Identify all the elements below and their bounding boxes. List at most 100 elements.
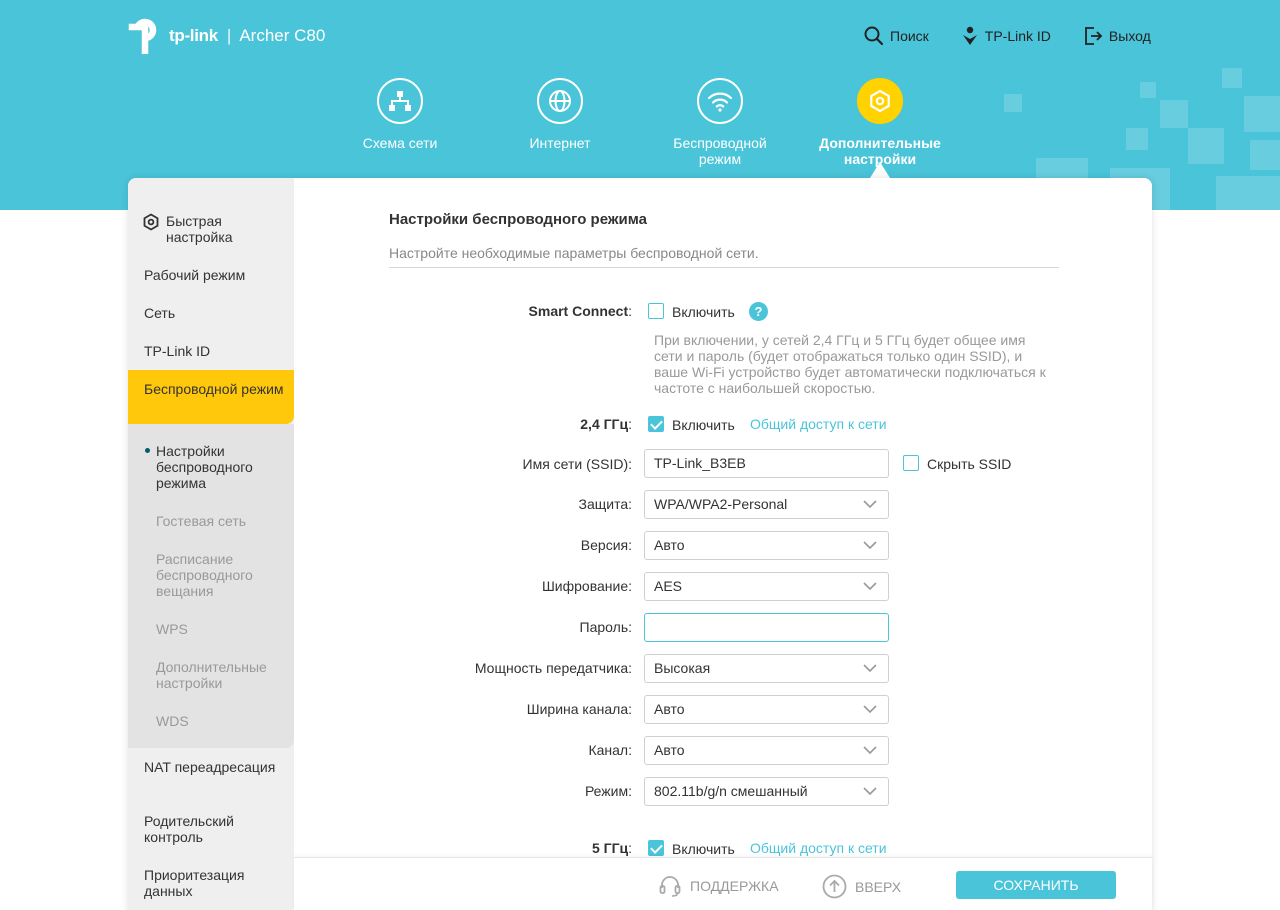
sidebar-item-operation-mode[interactable]: Рабочий режим [144, 267, 284, 283]
router-admin-page: tp-link | Archer C80 Поиск TP-Link ID Вы… [0, 0, 1280, 910]
top-links: Поиск TP-Link ID Выход [864, 26, 1151, 46]
current-item-dot [145, 448, 150, 453]
submenu-item-wireless-settings[interactable]: Настройки беспроводного режима [145, 443, 286, 491]
encryption-select-value: AES [654, 578, 683, 594]
logo-separator: | [226, 26, 232, 45]
chevron-down-icon [863, 582, 877, 591]
tab-internet-label: Интернет [529, 135, 591, 151]
smart-connect-label: Smart Connect: [528, 303, 632, 319]
band-24-share-network-link[interactable]: Общий доступ к сети [750, 416, 887, 432]
bottom-action-bar: ПОДДЕРЖКА ВВЕРХ СОХРАНИТЬ [294, 857, 1152, 910]
band-24-enable-label: Включить [672, 417, 735, 433]
main-nav-tabs: Схема сети Интернет Беспроводной режим Д… [320, 78, 960, 167]
channel-select-value: Авто [654, 742, 685, 758]
version-select[interactable]: Авто [644, 531, 889, 560]
submenu-item-wds[interactable]: WDS [156, 713, 286, 729]
support-link[interactable]: ПОДДЕРЖКА [658, 874, 779, 898]
channel-label: Канал: [588, 742, 632, 758]
logout-link[interactable]: Выход [1083, 26, 1151, 46]
band-5-label: 5 ГГц: [591, 840, 632, 856]
encryption-label: Шифрование: [541, 578, 632, 594]
sidebar-item-wireless[interactable]: Беспроводной режим [144, 381, 284, 397]
sidebar: Быстрая настройка Рабочий режим Сеть TP-… [128, 178, 294, 910]
tab-network-map[interactable]: Схема сети [320, 78, 480, 167]
version-select-value: Авто [654, 537, 685, 553]
settings-content: Настройки беспроводного режима Настройте… [294, 178, 1152, 910]
sidebar-item-tplink-id[interactable]: TP-Link ID [144, 343, 284, 359]
mode-select[interactable]: 802.11b/g/n смешанный [644, 777, 889, 806]
band-5-share-network-link[interactable]: Общий доступ к сети [750, 840, 887, 856]
channel-width-select-value: Авто [654, 701, 685, 717]
sidebar-item-quick-setup[interactable]: Быстрая настройка [142, 213, 282, 245]
sidebar-item-network[interactable]: Сеть [144, 305, 284, 321]
wifi-icon [707, 92, 733, 112]
chevron-down-icon [863, 746, 877, 755]
save-button[interactable]: СОХРАНИТЬ [956, 871, 1116, 899]
sidebar-item-parental-controls[interactable]: Родительский контроль [144, 813, 284, 845]
tplink-id-link[interactable]: TP-Link ID [961, 26, 1051, 46]
chevron-down-icon [863, 787, 877, 796]
sidebar-item-qos[interactable]: Приоритезация данных [144, 867, 284, 899]
chevron-down-icon [863, 705, 877, 714]
tplink-logo[interactable]: tp-link | Archer C80 [128, 18, 325, 54]
help-icon[interactable]: ? [749, 302, 768, 321]
submenu-item-guest-network[interactable]: Гостевая сеть [156, 513, 286, 529]
chevron-down-icon [863, 500, 877, 509]
scroll-up-link[interactable]: ВВЕРХ [822, 874, 901, 899]
search-icon [864, 26, 884, 46]
network-map-icon [389, 91, 411, 111]
main-card: Быстрая настройка Рабочий режим Сеть TP-… [128, 178, 1152, 910]
page-subtitle: Настройте необходимые параметры беспрово… [389, 245, 759, 261]
band-24-enable-checkbox[interactable] [648, 416, 664, 432]
support-link-label: ПОДДЕРЖКА [690, 878, 779, 894]
search-link-label: Поиск [890, 28, 929, 44]
password-input[interactable] [644, 613, 889, 642]
sidebar-active-highlight [128, 370, 294, 424]
tplink-logo-icon [128, 18, 157, 54]
smart-connect-enable-label: Включить [672, 304, 735, 320]
smart-connect-note: При включении, у сетей 2,4 ГГц и 5 ГГц б… [654, 332, 1046, 396]
security-label: Защита: [578, 496, 632, 512]
channel-select[interactable]: Авто [644, 736, 889, 765]
tab-internet[interactable]: Интернет [480, 78, 640, 167]
mode-select-value: 802.11b/g/n смешанный [654, 783, 808, 799]
security-select[interactable]: WPA/WPA2-Personal [644, 490, 889, 519]
encryption-select[interactable]: AES [644, 572, 889, 601]
submenu-item-wps[interactable]: WPS [156, 621, 286, 637]
tx-power-label: Мощность передатчика: [474, 660, 632, 676]
logout-link-label: Выход [1108, 28, 1151, 44]
tplink-id-icon [962, 26, 977, 45]
tab-wireless-label: Беспроводной режим [673, 135, 767, 167]
channel-width-select[interactable]: Авто [644, 695, 889, 724]
brand-name: tp-link [169, 26, 218, 45]
tx-power-select-value: Высокая [654, 660, 711, 676]
submenu-item-advanced-settings[interactable]: Дополнительные настройки [156, 659, 286, 691]
ssid-input[interactable]: TP-Link_B3EB [644, 449, 889, 478]
ssid-label: Имя сети (SSID): [522, 456, 633, 472]
gear-icon [870, 89, 890, 113]
hide-ssid-checkbox[interactable] [903, 455, 919, 471]
tab-wireless[interactable]: Беспроводной режим [640, 78, 800, 167]
smart-connect-checkbox[interactable] [648, 303, 664, 319]
model-name: Archer C80 [239, 26, 326, 45]
active-tab-pointer [870, 162, 890, 178]
logout-icon [1085, 27, 1103, 45]
tab-network-map-label: Схема сети [362, 135, 438, 151]
security-select-value: WPA/WPA2-Personal [654, 496, 788, 512]
search-link[interactable]: Поиск [864, 26, 929, 46]
arrow-up-circle-icon [822, 874, 847, 899]
sidebar-item-nat-forwarding[interactable]: NAT переадресация [144, 759, 284, 775]
tx-power-select[interactable]: Высокая [644, 654, 889, 683]
submenu-item-wireless-schedule[interactable]: Расписание беспроводного вещания [156, 551, 286, 599]
band-5-enable-label: Включить [672, 841, 735, 857]
submenu-item-wireless-settings-label: Настройки беспроводного режима [156, 443, 253, 491]
scroll-up-label: ВВЕРХ [855, 878, 902, 895]
password-label: Пароль: [579, 619, 632, 635]
headset-icon [659, 876, 681, 897]
title-divider [389, 267, 1059, 268]
sidebar-item-quick-setup-label: Быстрая настройка [166, 213, 233, 245]
globe-icon [549, 90, 571, 112]
tab-advanced[interactable]: Дополнительные настройки [800, 78, 960, 167]
mode-label: Режим: [584, 783, 632, 799]
band-5-enable-checkbox[interactable] [648, 840, 664, 856]
